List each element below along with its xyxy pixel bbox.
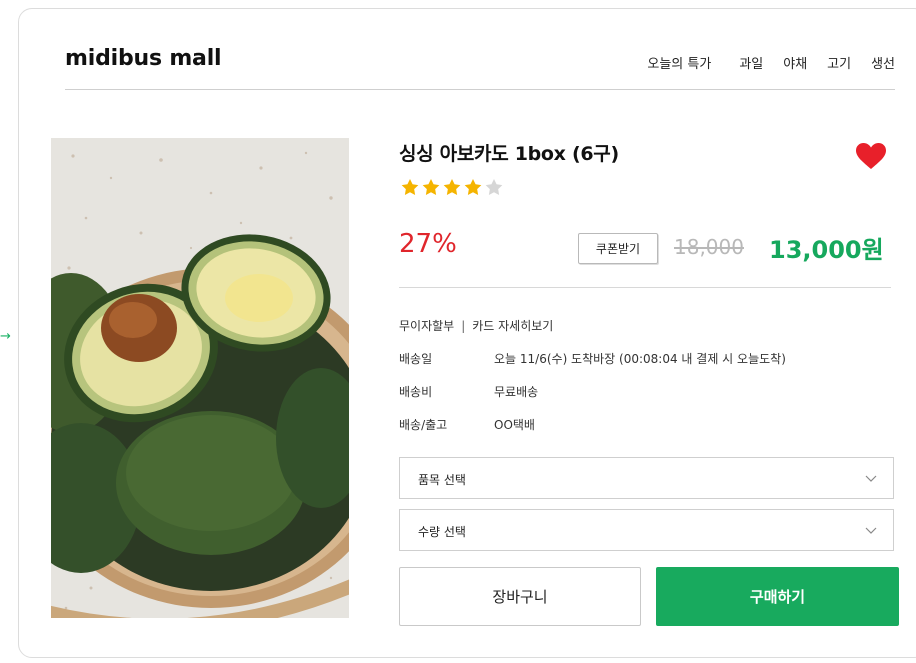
star-icon bbox=[464, 178, 482, 195]
nav-item-fish[interactable]: 생선 bbox=[871, 53, 895, 72]
site-header: midibus mall 오늘의 특가 과일 야채 고기 생선 bbox=[65, 36, 895, 90]
detail-row-carrier: 배송/출고 OO택배 bbox=[399, 416, 535, 433]
arrow-right-icon: → bbox=[0, 329, 11, 344]
star-empty-icon bbox=[485, 178, 503, 195]
star-icon bbox=[422, 178, 440, 195]
product-image bbox=[51, 138, 349, 618]
detail-row-shipping-fee: 배송비 무료배송 bbox=[399, 383, 538, 400]
nav-item-vegetable[interactable]: 야채 bbox=[783, 53, 807, 72]
discount-rate: 27% bbox=[399, 229, 457, 259]
detail-label: 배송일 bbox=[399, 352, 433, 366]
original-price: 18,000 bbox=[674, 235, 744, 259]
nav-item-fruit[interactable]: 과일 bbox=[739, 53, 763, 72]
buy-now-button[interactable]: 구매하기 bbox=[656, 567, 899, 626]
nav-item-meat[interactable]: 고기 bbox=[827, 53, 851, 72]
detail-label: 배송/출고 bbox=[399, 418, 448, 432]
installment-info: 무이자할부 | 카드 자세히보기 bbox=[399, 317, 553, 334]
divider bbox=[399, 287, 891, 288]
quantity-select-label: 수량 선택 bbox=[418, 525, 466, 539]
sale-price: 13,000원 bbox=[769, 236, 884, 264]
detail-row-delivery-date: 배송일 오늘 11/6(수) 도착바장 (00:08:04 내 결제 시 오늘도착… bbox=[399, 350, 786, 367]
separator: | bbox=[461, 319, 466, 333]
item-select-label: 품목 선택 bbox=[418, 473, 466, 487]
chevron-down-icon bbox=[865, 475, 877, 482]
coupon-button[interactable]: 쿠폰받기 bbox=[578, 233, 658, 264]
site-logo[interactable]: midibus mall bbox=[65, 46, 222, 71]
detail-value: 무료배송 bbox=[494, 385, 539, 399]
detail-label: 배송비 bbox=[399, 385, 433, 399]
star-icon bbox=[401, 178, 419, 195]
item-select[interactable]: 품목 선택 bbox=[399, 457, 894, 499]
chevron-down-icon bbox=[865, 527, 877, 534]
quantity-select[interactable]: 수량 선택 bbox=[399, 509, 894, 551]
product-title: 싱싱 아보카도 1box (6구) bbox=[399, 143, 619, 165]
detail-value: 오늘 11/6(수) 도착바장 (00:08:04 내 결제 시 오늘도착) bbox=[494, 352, 786, 366]
add-to-cart-button[interactable]: 장바구니 bbox=[399, 567, 641, 626]
star-icon bbox=[443, 178, 461, 195]
nav-item-today-deal[interactable]: 오늘의 특가 bbox=[647, 53, 711, 72]
installment-label: 무이자할부 bbox=[399, 319, 455, 333]
rating-stars bbox=[400, 178, 504, 196]
detail-value: OO택배 bbox=[494, 418, 535, 432]
card-details-link[interactable]: 카드 자세히보기 bbox=[472, 319, 553, 333]
heart-icon[interactable] bbox=[855, 142, 887, 170]
main-nav: 오늘의 특가 과일 야채 고기 생선 bbox=[647, 53, 895, 72]
